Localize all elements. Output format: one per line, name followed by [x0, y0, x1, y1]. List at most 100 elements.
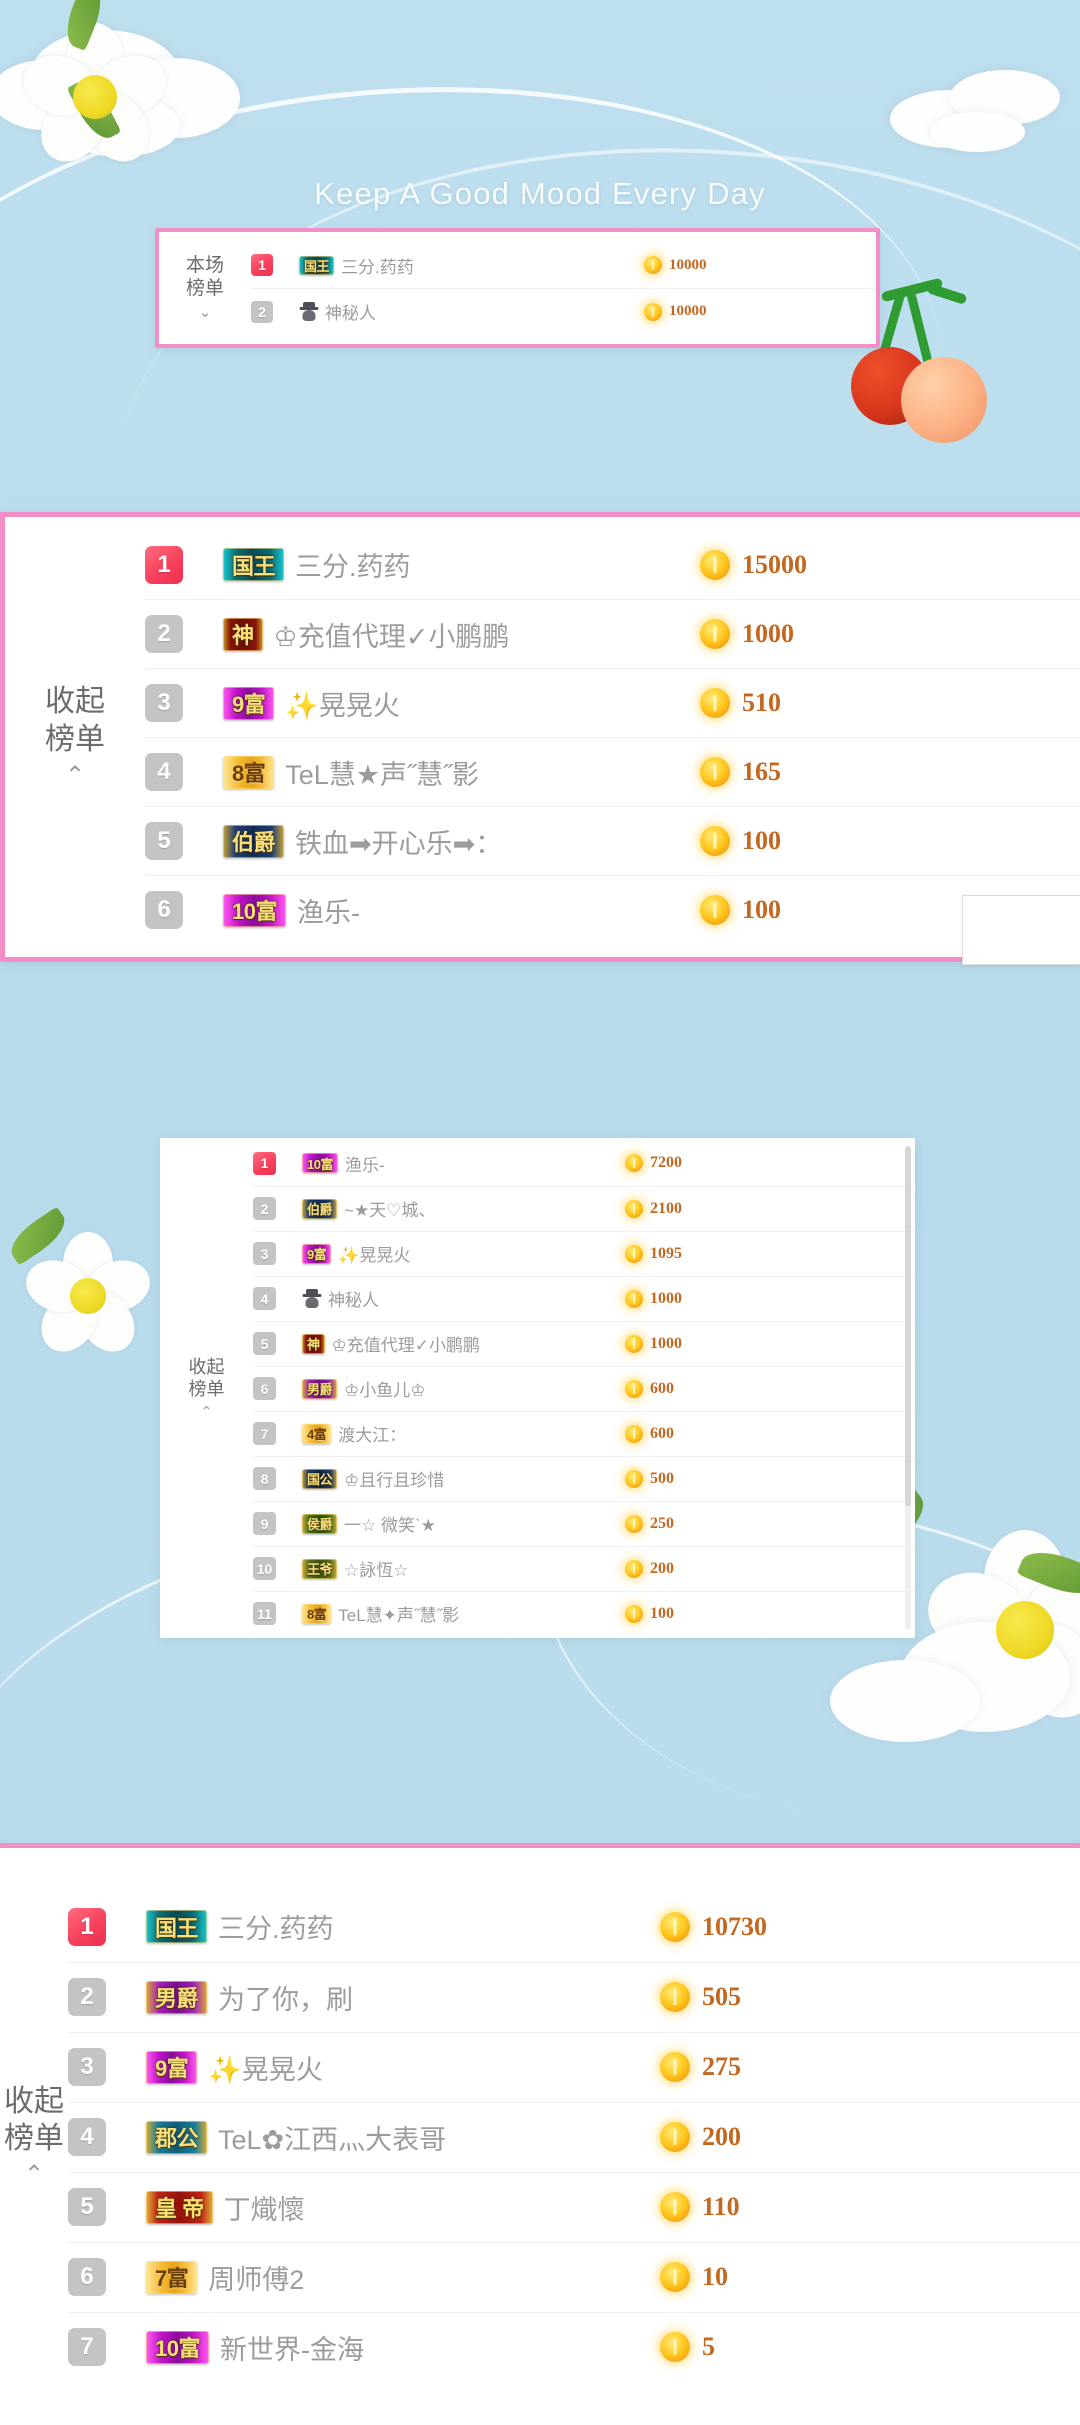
username: 铁血➡开心乐➡：: [295, 828, 503, 859]
rank-badge: 5: [68, 2188, 106, 2226]
username: ♔小鱼儿♔: [344, 1381, 426, 1400]
coin-icon: [644, 256, 662, 274]
rank-badge: 1: [68, 1907, 106, 1946]
rank-badge: 6: [253, 1377, 276, 1400]
amount-cell: 275: [660, 2052, 1080, 2082]
user-cell: 10富 新世界-金海: [106, 2328, 660, 2367]
cloud-icon: [830, 1660, 980, 1742]
rank-title-badge: 9富: [223, 686, 275, 720]
user-cell: 男爵 为了你，刷: [106, 1978, 660, 2017]
table-row[interactable]: 5皇 帝丁熾懷 110: [68, 2171, 1080, 2242]
user-cell: 10富 渔乐-: [276, 1151, 625, 1176]
table-row[interactable]: 4 8富 TeL慧★声˝慧˝影 165: [145, 737, 1080, 806]
user-cell: 伯爵 铁血➡开心乐➡：: [183, 822, 700, 861]
user-cell: 10富 渔乐-: [183, 891, 700, 930]
rank-badge: 2: [253, 1197, 276, 1220]
page-title: Keep A Good Mood Every Day: [314, 176, 766, 211]
table-row[interactable]: 10 王爷 ☆詠恆☆ 200: [253, 1545, 915, 1591]
coin-icon: [660, 2052, 690, 2082]
collapse-label-line1: 收起: [4, 2084, 64, 2118]
chevron-up-icon[interactable]: ⌃: [201, 1403, 213, 1420]
amount-cell: 510: [700, 688, 1080, 718]
rank-title-badge: 皇 帝: [146, 2190, 213, 2224]
amount-cell: 250: [625, 1514, 915, 1533]
rank-title-badge: 8富: [223, 755, 275, 789]
table-row[interactable]: 3 9富 ✨晃晃火 510: [145, 668, 1080, 737]
amount-cell: 10000: [644, 302, 864, 321]
collapse-toggle[interactable]: 收起 榜单 ⌃: [5, 517, 145, 957]
table-row[interactable]: 8 国公 ♔且行且珍惜 500: [253, 1455, 915, 1501]
amount-cell: 165: [700, 757, 1080, 787]
table-row[interactable]: 4 郡公 TeL✿江西灬大表哥 200: [68, 2101, 1080, 2172]
rank-badge: 9: [253, 1512, 276, 1535]
table-row[interactable]: 7 4富 渡大江： 600: [253, 1410, 915, 1456]
table-row[interactable]: 2 神秘人 10000: [251, 288, 876, 334]
username: ✨晃晃火: [208, 2054, 323, 2085]
collapse-toggle[interactable]: 本场 榜单 ⌄: [159, 232, 251, 344]
coin-icon: [700, 549, 730, 580]
amount-cell: 7200: [625, 1154, 915, 1172]
user-cell: 伯爵 ~★天♡城、: [276, 1196, 625, 1221]
coin-icon: [625, 1604, 643, 1623]
amount-value: 5: [702, 2332, 715, 2361]
leaderboard-rows: 1 国王 三分.药药 10730 2 男爵 为了你，刷 505 3 9富 ✨晃晃火 275 4 郡公 TeL…: [68, 1848, 1080, 2425]
rank-title-badge: 4富: [302, 1423, 332, 1444]
leaderboard-panel-bottom[interactable]: 收起 榜单 ⌃ 1 国王 三分.药药 10730 2 男爵 为了你，刷 505 3 9富 ✨晃晃火 275 4…: [0, 1843, 1080, 2425]
table-row[interactable]: 1 10富 渔乐- 7200: [253, 1141, 915, 1186]
table-row[interactable]: 6 7富 周师傅2 10: [68, 2241, 1080, 2312]
user-cell: 8富 TeL慧★声˝慧˝影: [183, 753, 700, 792]
collapse-toggle[interactable]: 收起 榜单 ⌃: [0, 1848, 68, 2425]
chevron-up-icon[interactable]: ⌃: [65, 761, 85, 791]
rank-badge: 4: [253, 1287, 276, 1310]
table-row[interactable]: 1 国王 三分.药药 10000: [251, 242, 876, 288]
rank-badge: 1: [253, 1151, 276, 1175]
table-row[interactable]: 6 男爵 ♔小鱼儿♔ 600: [253, 1365, 915, 1411]
rank-title-badge: 国王: [299, 255, 335, 275]
amount-value: 1000: [650, 1334, 682, 1352]
user-cell: 国王 三分.药药: [273, 253, 644, 278]
table-row[interactable]: 5 伯爵 铁血➡开心乐➡： 100: [145, 806, 1080, 875]
table-row[interactable]: 2 男爵 为了你，刷 505: [68, 1961, 1080, 2032]
table-row[interactable]: 1 国王 三分.药药 15000: [145, 530, 1080, 599]
leaderboard-panel-expanded-top[interactable]: 收起 榜单 ⌃ 1 国王 三分.药药 15000 2 神 ♔充值代理✓小鹏鹏 1000 3 9富 ✨晃晃火…: [0, 512, 1080, 962]
coin-icon: [625, 1199, 643, 1218]
panel-inner: 收起 榜单 ⌃ 1 国王 三分.药药 15000 2 神 ♔充值代理✓小鹏鹏 1000 3 9富 ✨晃晃火…: [5, 517, 1080, 957]
table-row[interactable]: 1 国王 三分.药药 10730: [68, 1892, 1080, 1962]
amount-value: 1095: [650, 1244, 682, 1262]
table-row[interactable]: 4 神秘人 1000: [253, 1275, 915, 1321]
amount-cell: 1000: [700, 619, 1080, 649]
amount-value: 10: [702, 2262, 728, 2291]
coin-icon: [660, 1982, 690, 2012]
rank-title-badge: 10富: [302, 1153, 338, 1173]
username: ☆詠恆☆: [344, 1561, 409, 1580]
username: 渔乐-: [344, 1155, 385, 1175]
user-cell: 9富 ✨晃晃火: [106, 2048, 660, 2087]
coin-icon: [700, 757, 730, 787]
table-row[interactable]: 7 10富 新世界-金海 5: [68, 2311, 1080, 2382]
amount-value: 200: [650, 1559, 674, 1577]
username: ~★天♡城、: [344, 1201, 436, 1220]
amount-cell: 200: [660, 2122, 1080, 2152]
table-row[interactable]: 9 侯爵 一☆ 微笑ˋ★ 250: [253, 1500, 915, 1546]
user-cell: 8富 TeL慧✦声˝慧˝影: [276, 1601, 625, 1626]
rank-title-badge: 王爷: [302, 1558, 338, 1579]
scrollbar-thumb[interactable]: [905, 1146, 911, 1506]
table-row[interactable]: 6 10富 渔乐- 100: [145, 875, 1080, 944]
table-row[interactable]: 2 伯爵 ~★天♡城、 2100: [253, 1185, 915, 1231]
leaderboard-panel-full-list[interactable]: 收起 榜单 ⌃ 1 10富 渔乐- 7200 2 伯爵 ~★天♡城、 2100 3 9富 ✨晃晃火 1095…: [160, 1138, 915, 1638]
collapse-label-line2: 榜单: [45, 722, 105, 756]
table-row[interactable]: 11 8富 TeL慧✦声˝慧˝影 100: [253, 1590, 915, 1636]
chevron-down-icon[interactable]: ⌄: [199, 304, 212, 323]
amount-value: 200: [702, 2122, 741, 2151]
amount-value: 600: [650, 1424, 674, 1442]
table-row[interactable]: 5 神 ♔充值代理✓小鹏鹏 1000: [253, 1320, 915, 1366]
table-row[interactable]: 2 神 ♔充值代理✓小鹏鹏 1000: [145, 599, 1080, 668]
leaderboard-panel-current-session[interactable]: 本场 榜单 ⌄ 1 国王 三分.药药 10000 2 神秘人 10000: [155, 228, 880, 348]
chevron-up-icon[interactable]: ⌃: [24, 2160, 44, 2190]
table-row[interactable]: 3 9富 ✨晃晃火 1095: [253, 1230, 915, 1276]
collapse-toggle[interactable]: 收起 榜单 ⌃: [160, 1138, 253, 1638]
username: ✨晃晃火: [285, 690, 400, 721]
table-row[interactable]: 3 9富 ✨晃晃火 275: [68, 2031, 1080, 2102]
leaderboard-rows: 1 国王 三分.药药 15000 2 神 ♔充值代理✓小鹏鹏 1000 3 9富 ✨晃晃火 510 4 8…: [145, 517, 1080, 957]
user-cell: 7富 周师傅2: [106, 2258, 660, 2297]
